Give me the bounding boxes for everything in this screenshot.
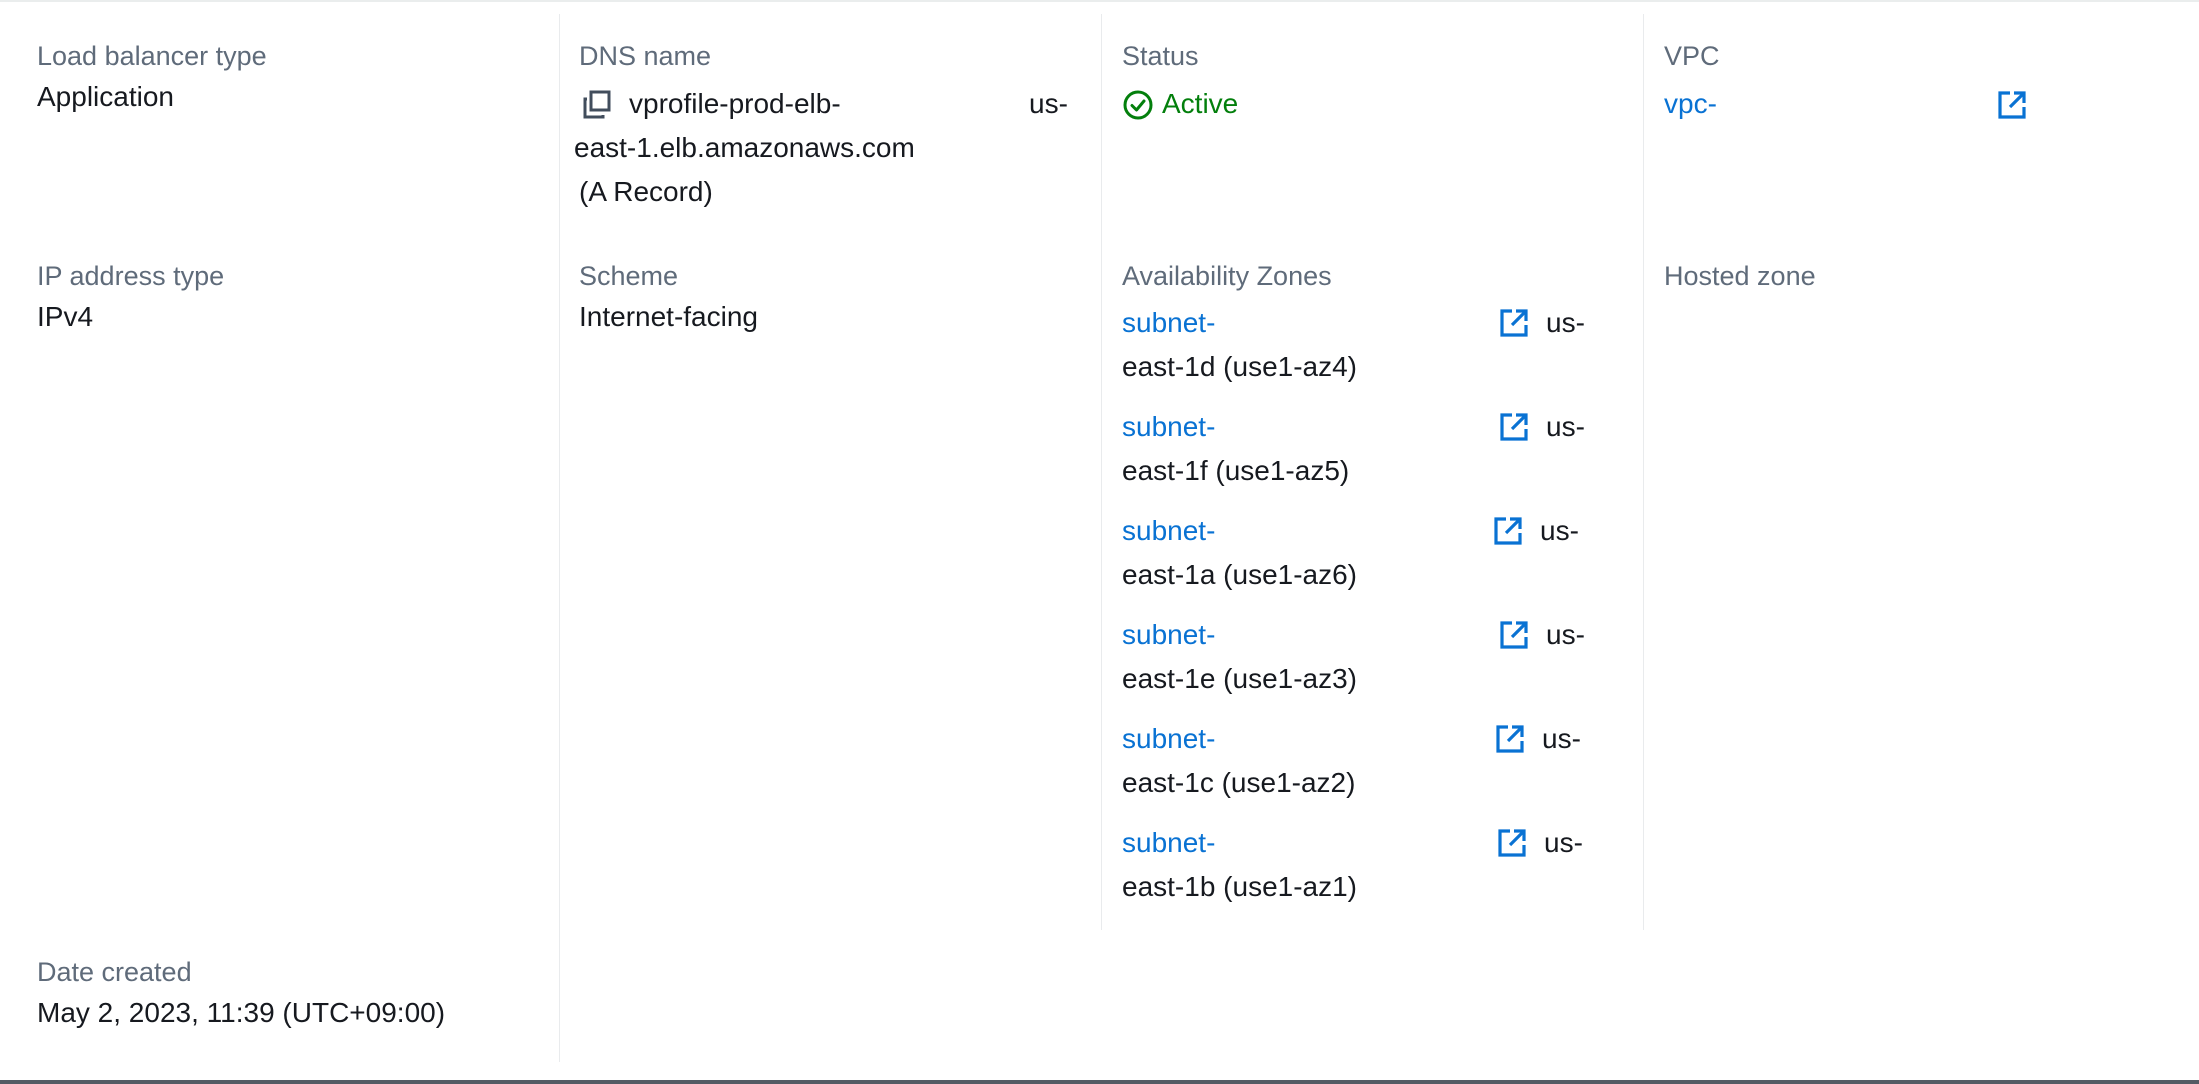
status-positive-icon — [1123, 90, 1153, 120]
zone-name: east-1e (use1-az3) — [1122, 663, 1358, 694]
dns-record-type: (A Record) — [579, 176, 713, 207]
field-label: DNS name — [579, 41, 712, 71]
date-created-field: Date created May 2, 2023, 11:39 (UTC+09:… — [37, 955, 445, 1035]
availability-zone-item: subnet- us- east-1a (use1-az6) — [1122, 509, 1582, 599]
field-label: Hosted zone — [1664, 261, 1816, 291]
external-link-icon[interactable] — [1498, 619, 1530, 651]
availability-zones-field: Availability Zones subnet- us- east-1d (… — [1122, 259, 1602, 919]
availability-zone-item: subnet- us- east-1b (use1-az1) — [1122, 821, 1583, 911]
status-field: Status Active — [1122, 39, 1602, 129]
external-link-icon[interactable] — [1498, 411, 1530, 443]
field-label: VPC — [1664, 41, 1720, 71]
external-link-icon[interactable] — [1498, 307, 1530, 339]
dns-name-field: DNS name vprofile-prod-elb- us- east-1.e… — [574, 39, 1079, 219]
zone-name: east-1c (use1-az2) — [1122, 767, 1356, 798]
subnet-link[interactable]: subnet- — [1122, 821, 1215, 865]
subnet-link[interactable]: subnet- — [1122, 301, 1215, 345]
scheme-field: Scheme Internet-facing — [579, 259, 758, 339]
field-value: IPv4 — [37, 301, 94, 332]
zone-name: east-1b (use1-az1) — [1122, 871, 1358, 902]
zone-name: east-1f (use1-az5) — [1122, 455, 1350, 486]
field-label: IP address type — [37, 261, 225, 291]
dns-name-text: east-1.elb.amazonaws.com — [574, 132, 915, 163]
availability-zone-item: subnet- us- east-1f (use1-az5) — [1122, 405, 1585, 495]
subnet-link[interactable]: subnet- — [1122, 509, 1215, 553]
subnet-link[interactable]: subnet- — [1122, 405, 1215, 449]
field-label: Availability Zones — [1122, 261, 1332, 291]
dns-name-text: us- — [1029, 88, 1068, 119]
hosted-zone-field: Hosted zone — [1664, 259, 1816, 293]
field-value: Application — [37, 81, 174, 112]
field-label: Scheme — [579, 261, 679, 291]
ip-address-type-field: IP address type IPv4 — [37, 259, 224, 339]
field-value: May 2, 2023, 11:39 (UTC+09:00) — [37, 997, 446, 1028]
zone-name: east-1d (use1-az4) — [1122, 351, 1358, 382]
top-border — [0, 0, 2199, 2]
load-balancer-type-field: Load balancer type Application — [37, 39, 267, 119]
external-link-icon[interactable] — [1492, 515, 1524, 547]
bottom-border — [0, 1080, 2199, 1084]
column-divider — [1643, 14, 1644, 930]
field-label: Status — [1122, 41, 1199, 71]
region-prefix: us- — [1542, 723, 1581, 754]
vpc-link[interactable]: vpc- — [1664, 82, 1717, 126]
vpc-field: VPC vpc- — [1664, 39, 2144, 129]
field-value: Internet-facing — [579, 301, 758, 332]
external-link-icon[interactable] — [1496, 827, 1528, 859]
region-prefix: us- — [1546, 411, 1585, 442]
subnet-link[interactable]: subnet- — [1122, 613, 1215, 657]
field-label: Load balancer type — [37, 41, 267, 71]
region-prefix: us- — [1546, 619, 1585, 650]
region-prefix: us- — [1544, 827, 1583, 858]
zone-name: east-1a (use1-az6) — [1122, 559, 1358, 590]
column-divider — [1101, 14, 1102, 930]
subnet-link[interactable]: subnet- — [1122, 717, 1215, 761]
status-value: Active — [1162, 88, 1239, 119]
dns-name-text: vprofile-prod-elb- — [629, 88, 841, 119]
region-prefix: us- — [1546, 307, 1585, 338]
availability-zone-item: subnet- us- east-1d (use1-az4) — [1122, 301, 1585, 391]
external-link-icon[interactable] — [1494, 723, 1526, 755]
availability-zone-item: subnet- us- east-1e (use1-az3) — [1122, 613, 1585, 703]
region-prefix: us- — [1540, 515, 1579, 546]
column-divider — [559, 14, 560, 1062]
external-link-icon[interactable] — [1996, 89, 2028, 121]
field-label: Date created — [37, 957, 192, 987]
availability-zone-item: subnet- us- east-1c (use1-az2) — [1122, 717, 1582, 807]
copy-icon[interactable] — [581, 89, 613, 121]
